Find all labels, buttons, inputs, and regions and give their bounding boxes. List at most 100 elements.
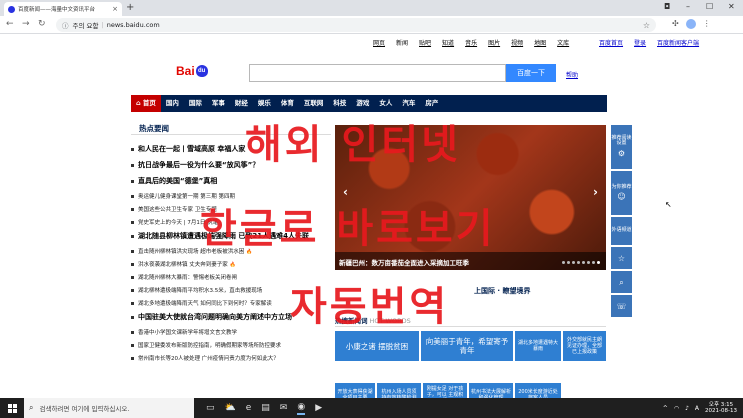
news-text[interactable]: 湖北随州柳林大暴雨：警惕老板关闭卷闸 xyxy=(138,275,237,281)
tray-overflow-icon[interactable]: ^ xyxy=(663,405,668,412)
nav-item[interactable]: 互联网 xyxy=(299,95,329,112)
news-text[interactable]: 直具后的美国“德堡”真相 xyxy=(138,177,217,185)
sidebar-button[interactable]: 推荐阅读设置 ⚙ xyxy=(611,125,632,169)
hot-word-tile[interactable]: 外交部就民主朗见证办理，全部已上报政策 xyxy=(563,331,606,361)
not-secure-icon[interactable]: ⓘ xyxy=(62,20,69,30)
nav-item[interactable]: ⌂ 首页 xyxy=(131,95,161,112)
hot-word-tile[interactable]: 小康之诸 摆脱贫困 xyxy=(335,331,419,361)
nav-item[interactable]: 军事 xyxy=(207,95,230,112)
top-link[interactable]: 文库 xyxy=(557,38,569,47)
right-link[interactable]: 百度新闻客户端 xyxy=(657,38,699,47)
top-link[interactable]: 音乐 xyxy=(465,38,477,47)
sidebar-button[interactable]: ⌕ xyxy=(611,271,632,293)
right-link[interactable]: 登录 xyxy=(634,38,646,47)
extensions-puzzle-icon[interactable]: ✣ xyxy=(672,19,679,29)
nav-item[interactable]: 游戏 xyxy=(351,95,374,112)
right-link[interactable]: 百度首页 xyxy=(599,38,623,47)
nav-item[interactable]: 汽车 xyxy=(397,95,420,112)
news-item[interactable]: 洪水夜袭湖北柳林镇 丈夫奔到妻子家 🔥 xyxy=(131,260,336,268)
nav-item[interactable]: 国内 xyxy=(161,95,184,112)
help-link[interactable]: 帮助 xyxy=(566,70,578,79)
slider-dot[interactable] xyxy=(572,261,575,264)
slider-next-icon[interactable]: › xyxy=(593,185,598,199)
taskbar-search-box[interactable]: ⌕ 검색하려면 여기에 입력하십시오. xyxy=(24,398,194,418)
taskbar-app-icon[interactable]: e xyxy=(246,403,252,413)
tab-close-icon[interactable]: × xyxy=(112,5,118,13)
news-text[interactable]: 洪水夜袭湖北柳林镇 丈夫奔到妻子家 xyxy=(138,262,228,268)
minimize-button[interactable]: – xyxy=(686,2,690,12)
reload-button[interactable]: ↻ xyxy=(38,19,46,30)
chrome-menu-icon[interactable]: ⋮ xyxy=(703,19,711,29)
baidu-news-page: 网页 新闻 贴吧 知道 音乐 图片 视频 地图 文库 百度首页 登录 百度新闻客户端 Bai du … xyxy=(0,34,743,398)
hot-word-tile[interactable]: 杭州入场人员须 持有效核酸检测 xyxy=(377,383,421,398)
taskbar-app-icon[interactable]: ◉ xyxy=(297,402,306,415)
sidebar-button[interactable]: ☆ xyxy=(611,247,632,269)
news-text[interactable]: 中国驻美大使就台湾问题明确向美方阐述中方立场 xyxy=(138,313,292,321)
slider-dot[interactable] xyxy=(592,261,595,264)
maximize-button[interactable]: ☐ xyxy=(706,2,713,12)
bookmark-star-icon[interactable]: ☆ xyxy=(643,21,650,30)
profile-menu-icon[interactable]: ◘ xyxy=(664,2,670,12)
top-link[interactable]: 地图 xyxy=(534,38,546,47)
start-button[interactable] xyxy=(0,398,24,418)
slider-dot[interactable] xyxy=(567,261,570,264)
hot-word-tile[interactable]: 开放大表得获湖全项目主要 xyxy=(335,383,375,398)
taskbar-app-icon[interactable]: ▶ xyxy=(315,403,322,413)
hot-word-tile[interactable]: 刚提女足 对于孩子，可以 主观积极 xyxy=(423,383,467,398)
profile-avatar[interactable] xyxy=(685,19,696,29)
sidebar-button[interactable]: ☏ xyxy=(611,295,632,317)
hot-word-tile[interactable]: 200米长度游近处 旅客人员 xyxy=(515,383,561,398)
hot-word-tile[interactable]: 杭州书法大展解析和强化管理 xyxy=(469,383,513,398)
baidu-news-logo[interactable]: Bai du 新闻 xyxy=(176,64,331,79)
top-link[interactable]: 图片 xyxy=(488,38,500,47)
taskbar-app-icon[interactable]: ⛅ xyxy=(225,403,236,413)
sidebar-button[interactable]: 外语频道 xyxy=(611,217,632,245)
sidebar-button[interactable]: 为你推荐 ☺ xyxy=(611,171,632,215)
search-input[interactable] xyxy=(249,64,506,82)
world-news-link[interactable]: 上国际 · 瞭望境界 xyxy=(474,286,531,296)
wifi-icon[interactable]: ◠ xyxy=(674,405,679,412)
top-link[interactable]: 新闻 xyxy=(396,38,408,47)
forward-button[interactable]: → xyxy=(22,19,30,30)
nav-item[interactable]: 财经 xyxy=(230,95,253,112)
news-item[interactable]: 直具后的美国“德堡”真相 xyxy=(131,176,336,186)
news-text[interactable]: 常州南市长等20人被处理 广州疫情问责力度为何如此大？ xyxy=(138,356,279,362)
top-link[interactable]: 网页 xyxy=(373,38,385,47)
news-text[interactable]: 抗日战争最后一役为什么要“放风筝”？ xyxy=(138,161,259,169)
nav-item[interactable]: 体育 xyxy=(276,95,299,112)
slider-dot[interactable] xyxy=(577,261,580,264)
nav-item[interactable]: 国际 xyxy=(184,95,207,112)
top-link[interactable]: 贴吧 xyxy=(419,38,431,47)
close-window-button[interactable]: ✕ xyxy=(728,2,735,12)
taskbar-app-icon[interactable]: ▤ xyxy=(261,403,270,413)
news-item[interactable]: 常州南市长等20人被处理 广州疫情问责力度为何如此大？ xyxy=(131,354,336,362)
nav-item[interactable]: 房产 xyxy=(420,95,443,112)
address-bar[interactable]: ⓘ 주의 요함 | news.baidu.com ☆ xyxy=(56,18,656,32)
new-tab-button[interactable]: + xyxy=(126,2,134,14)
volume-icon[interactable]: ♪ xyxy=(685,405,689,412)
tab-baidu-news[interactable]: 百度新闻——海量中文资讯平台 × xyxy=(4,2,122,16)
taskbar-clock[interactable]: 오후 3:15 2021-08-13 xyxy=(705,402,737,415)
taskbar-app-icon[interactable]: ▭ xyxy=(206,403,215,413)
nav-item[interactable]: 科技 xyxy=(328,95,351,112)
hot-word-tile[interactable]: 向美丽于青年，希望寄予青年 xyxy=(421,331,513,361)
news-text[interactable]: 香港中小学国文课新学年将增文言文教学 xyxy=(138,330,237,336)
slider-dot[interactable] xyxy=(587,261,590,264)
taskbar-app-icon[interactable]: ✉ xyxy=(280,403,288,413)
ime-indicator[interactable]: A xyxy=(695,405,699,412)
nav-item[interactable]: 娱乐 xyxy=(253,95,276,112)
slider-dot[interactable] xyxy=(562,261,565,264)
news-text[interactable]: 湖北柳林遭极端降雨平均积水3.5米，直击救援现场 xyxy=(138,288,262,294)
slider-dot[interactable] xyxy=(597,261,600,264)
top-link[interactable]: 知道 xyxy=(442,38,454,47)
slider-dot[interactable] xyxy=(582,261,585,264)
news-text[interactable]: 国家卫健委发布新版防控指南，明确假期家等场所防控要求 xyxy=(138,343,281,349)
top-link[interactable]: 视频 xyxy=(511,38,523,47)
back-button[interactable]: ← xyxy=(6,19,14,30)
hot-word-tile[interactable]: 湖北多地遭遇特大暴雨 xyxy=(515,331,561,361)
search-button[interactable]: 百度一下 xyxy=(506,64,556,82)
news-text[interactable]: 湖北多地遭极端降雨天气 如何同比下到何时？专家解读 xyxy=(138,301,272,307)
news-item[interactable]: 国家卫健委发布新版防控指南，明确假期家等场所防控要求 xyxy=(131,341,336,349)
news-text[interactable]: 和人民在一起丨雪域高原 幸福人家 xyxy=(138,145,245,153)
nav-item[interactable]: 女人 xyxy=(374,95,397,112)
